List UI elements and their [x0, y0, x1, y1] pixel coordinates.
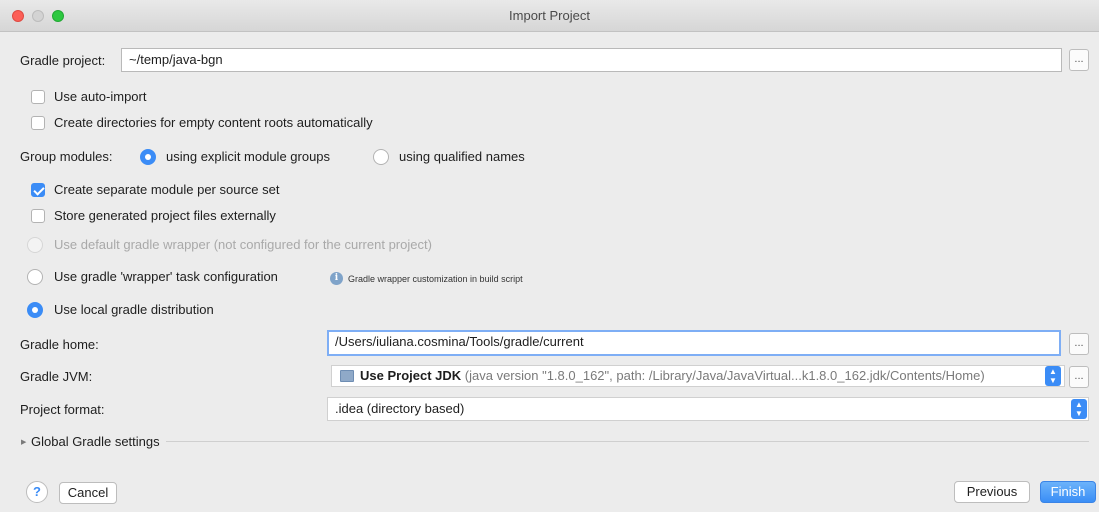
gradle-jvm-label: Gradle JVM:: [20, 369, 93, 384]
gradle-project-label: Gradle project:: [20, 53, 106, 68]
create-dirs-label: Create directories for empty content roo…: [54, 115, 373, 130]
gradle-jvm-browse-button[interactable]: ...: [1069, 366, 1089, 388]
separate-module-checkbox[interactable]: [31, 183, 45, 197]
create-dirs-checkbox[interactable]: [31, 116, 45, 130]
local-distribution-label: Use local gradle distribution: [54, 302, 214, 317]
global-gradle-settings-toggle[interactable]: Global Gradle settings: [31, 434, 160, 449]
gradle-home-label: Gradle home:: [20, 337, 99, 352]
gradle-project-input[interactable]: ~/temp/java-bgn: [121, 48, 1062, 72]
wrapper-task-label: Use gradle 'wrapper' task configuration: [54, 269, 278, 284]
gradle-jvm-detail: (java version "1.8.0_162", path: /Librar…: [464, 368, 985, 383]
auto-import-checkbox[interactable]: [31, 90, 45, 104]
default-wrapper-radio[interactable]: [27, 237, 43, 253]
jdk-folder-icon: [340, 370, 354, 382]
auto-import-label: Use auto-import: [54, 89, 147, 104]
gradle-jvm-dropdown-arrow[interactable]: ▲ ▼: [1045, 366, 1061, 386]
explicit-groups-radio[interactable]: [140, 149, 156, 165]
finish-button[interactable]: Finish: [1040, 481, 1096, 503]
qualified-names-radio[interactable]: [373, 149, 389, 165]
store-external-checkbox[interactable]: [31, 209, 45, 223]
gradle-home-input[interactable]: /Users/iuliana.cosmina/Tools/gradle/curr…: [327, 330, 1061, 356]
project-format-label: Project format:: [20, 402, 105, 417]
gradle-project-browse-button[interactable]: ...: [1069, 49, 1089, 71]
cancel-button[interactable]: Cancel: [59, 482, 117, 504]
explicit-groups-label: using explicit module groups: [166, 149, 331, 164]
project-format-select[interactable]: .idea (directory based): [327, 397, 1089, 421]
import-project-dialog: Import Project Gradle project: ~/temp/ja…: [0, 0, 1099, 512]
wrapper-task-radio[interactable]: [27, 269, 43, 285]
section-divider: [166, 441, 1089, 442]
wrapper-hint-link[interactable]: Gradle wrapper customization in build sc…: [348, 274, 523, 284]
group-modules-label: Group modules:: [20, 149, 113, 164]
gradle-home-browse-button[interactable]: ...: [1069, 333, 1089, 355]
qualified-names-label: using qualified names: [399, 149, 525, 164]
gradle-jvm-select[interactable]: Use Project JDK (java version "1.8.0_162…: [331, 365, 1065, 387]
expand-triangle-icon[interactable]: ▶: [21, 438, 26, 446]
local-distribution-radio[interactable]: [27, 302, 43, 318]
project-format-dropdown-arrow[interactable]: ▲ ▼: [1071, 399, 1087, 419]
previous-button[interactable]: Previous: [954, 481, 1030, 503]
info-icon: i: [330, 272, 343, 285]
default-wrapper-label: Use default gradle wrapper (not configur…: [54, 237, 432, 252]
help-button[interactable]: ?: [26, 481, 48, 503]
window-title: Import Project: [509, 8, 590, 23]
store-external-label: Store generated project files externally: [54, 208, 276, 223]
title-bar: Import Project: [0, 0, 1099, 32]
gradle-jvm-value: Use Project JDK: [360, 368, 462, 383]
separate-module-label: Create separate module per source set: [54, 182, 280, 197]
